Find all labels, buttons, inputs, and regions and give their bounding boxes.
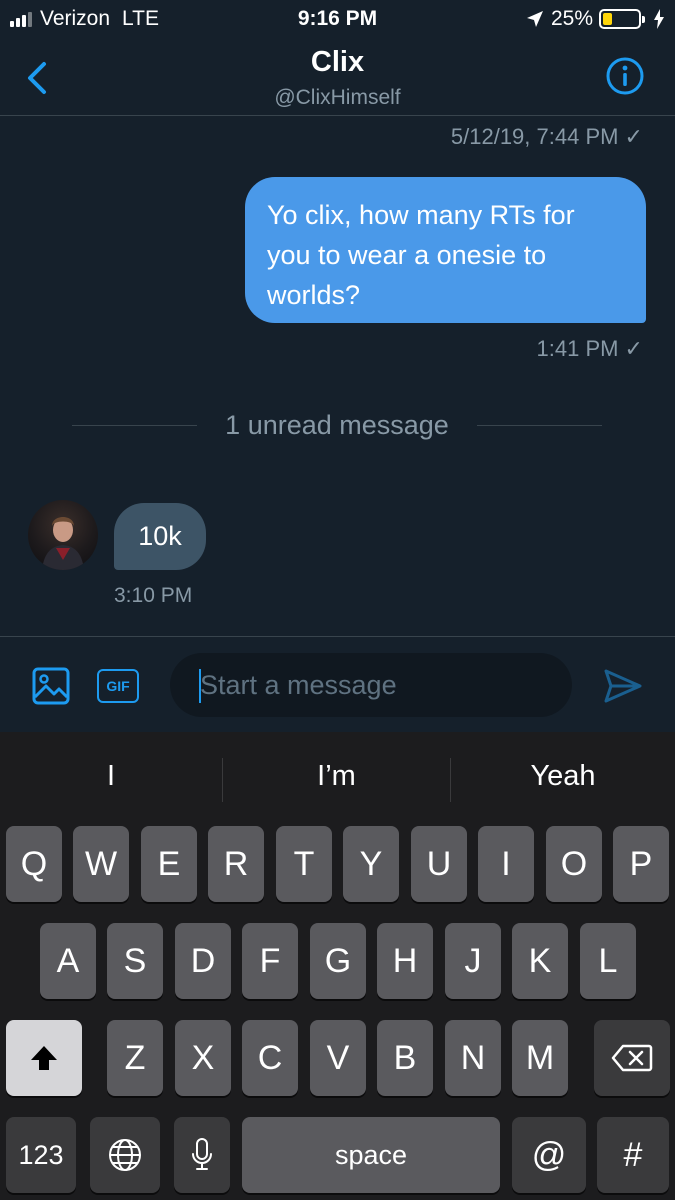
suggestion-3[interactable]: Yeah (451, 760, 675, 793)
key-g[interactable]: G (310, 923, 366, 999)
key-c[interactable]: C (242, 1020, 298, 1096)
conversation-header: Clix @ClixHimself (0, 38, 675, 116)
compose-bar: GIF (0, 636, 675, 732)
key-k[interactable]: K (512, 923, 568, 999)
key-d[interactable]: D (175, 923, 231, 999)
key-x[interactable]: X (175, 1020, 231, 1096)
key-n[interactable]: N (445, 1020, 501, 1096)
shift-key[interactable] (6, 1020, 82, 1096)
suggestion-1[interactable]: I (0, 760, 222, 793)
dictation-key[interactable] (174, 1117, 230, 1193)
numbers-key[interactable]: 123 (6, 1117, 76, 1193)
incoming-message-bubble[interactable]: 10k (114, 503, 206, 570)
key-u[interactable]: U (411, 826, 467, 902)
info-icon[interactable] (605, 56, 645, 96)
hash-key[interactable]: # (597, 1117, 669, 1193)
message-timestamp: 5/12/19, 7:44 PM ✓ (450, 124, 643, 149)
key-s[interactable]: S (107, 923, 163, 999)
key-b[interactable]: B (377, 1020, 433, 1096)
key-p[interactable]: P (613, 826, 669, 902)
divider-line (476, 424, 602, 426)
key-y[interactable]: Y (343, 826, 399, 902)
battery-percent: 25% (550, 7, 593, 30)
globe-icon (109, 1139, 141, 1171)
space-key[interactable]: space (242, 1117, 500, 1193)
avatar-image (42, 517, 84, 570)
key-w[interactable]: W (73, 826, 129, 902)
shift-arrow-icon (31, 1046, 57, 1070)
outgoing-message-bubble[interactable]: Yo clix, how many RTs for you to wear a … (245, 177, 646, 323)
location-arrow-icon (526, 11, 543, 27)
predictive-bar: I I’m Yeah (0, 732, 675, 822)
divider-line (72, 424, 198, 426)
globe-key[interactable] (90, 1117, 160, 1193)
charging-bolt-icon (654, 9, 664, 29)
key-j[interactable]: J (445, 923, 501, 999)
status-right: 25% (525, 7, 665, 31)
key-r[interactable]: R (208, 826, 264, 902)
key-i[interactable]: I (478, 826, 534, 902)
contact-handle[interactable]: @ClixHimself (0, 86, 675, 110)
send-icon[interactable] (602, 665, 644, 707)
backspace-icon (611, 1044, 653, 1072)
image-icon[interactable] (32, 667, 70, 705)
key-t[interactable]: T (276, 826, 332, 902)
key-q[interactable]: Q (6, 826, 62, 902)
unread-divider: 1 unread message (72, 408, 602, 442)
avatar[interactable] (28, 500, 98, 570)
battery-icon (599, 9, 645, 29)
delete-key[interactable] (594, 1020, 670, 1096)
key-o[interactable]: O (546, 826, 602, 902)
key-z[interactable]: Z (107, 1020, 163, 1096)
text-cursor (199, 669, 201, 703)
key-a[interactable]: A (40, 923, 96, 999)
key-l[interactable]: L (580, 923, 636, 999)
key-h[interactable]: H (377, 923, 433, 999)
contact-name[interactable]: Clix (0, 46, 675, 79)
at-key[interactable]: @ (512, 1117, 586, 1193)
unread-divider-label: 1 unread message (225, 409, 449, 440)
keyboard: I I’m Yeah Q W E R T Y U I O P A S D F G… (0, 732, 675, 1200)
incoming-message-timestamp: 3:10 PM (114, 584, 193, 607)
key-m[interactable]: M (512, 1020, 568, 1096)
message-input[interactable] (170, 653, 572, 717)
gif-button[interactable]: GIF (97, 669, 139, 703)
status-bar: Verizon LTE 9:16 PM 25% (0, 0, 675, 38)
key-e[interactable]: E (141, 826, 197, 902)
outgoing-message-timestamp: 1:41 PM ✓ (536, 336, 643, 361)
key-f[interactable]: F (242, 923, 298, 999)
suggestion-2[interactable]: I’m (223, 760, 450, 793)
key-v[interactable]: V (310, 1020, 366, 1096)
microphone-icon (192, 1138, 212, 1170)
